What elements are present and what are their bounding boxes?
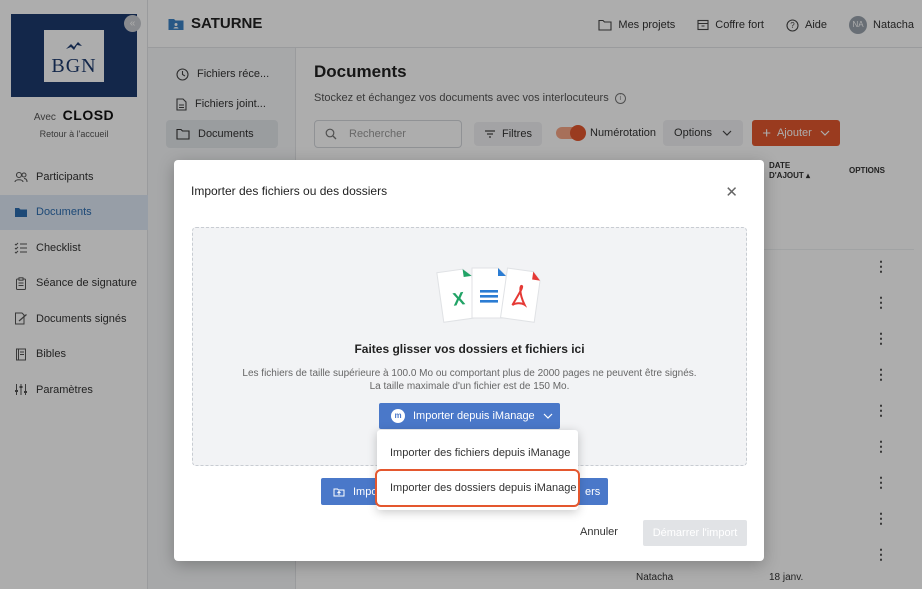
import-button-label-end: ers <box>585 485 601 498</box>
drop-desc-line2: La taille maximale d'un fichier est de 1… <box>369 381 570 392</box>
menu-item-import-files-imanage[interactable]: Importer des fichiers depuis iManage <box>377 435 578 471</box>
close-icon[interactable]: ✕ <box>725 183 738 201</box>
chevron-down-icon <box>543 413 553 419</box>
start-import-button[interactable]: Démarrer l'import <box>643 520 747 546</box>
modal-title: Importer des fichiers ou des dossiers <box>191 184 388 198</box>
import-button-label-start: Impo <box>353 485 378 498</box>
imanage-dropdown-menu: Importer des fichiers depuis iManage Imp… <box>375 430 580 510</box>
upload-icon <box>333 486 345 497</box>
files-illustration-icon: X <box>436 267 541 323</box>
drop-desc-line1: Les fichiers de taille supérieure à 100.… <box>242 368 697 379</box>
drop-zone-title: Faites glisser vos dossiers et fichiers … <box>354 342 585 356</box>
menu-item-import-folders-imanage[interactable]: Importer des dossiers depuis iManage <box>375 469 580 507</box>
imanage-label: Importer depuis iManage <box>413 410 535 422</box>
cancel-button[interactable]: Annuler <box>580 526 618 538</box>
drop-zone-description: Les fichiers de taille supérieure à 100.… <box>193 367 746 393</box>
imanage-icon: m <box>391 409 405 423</box>
import-from-imanage-button[interactable]: m Importer depuis iManage <box>379 403 560 429</box>
